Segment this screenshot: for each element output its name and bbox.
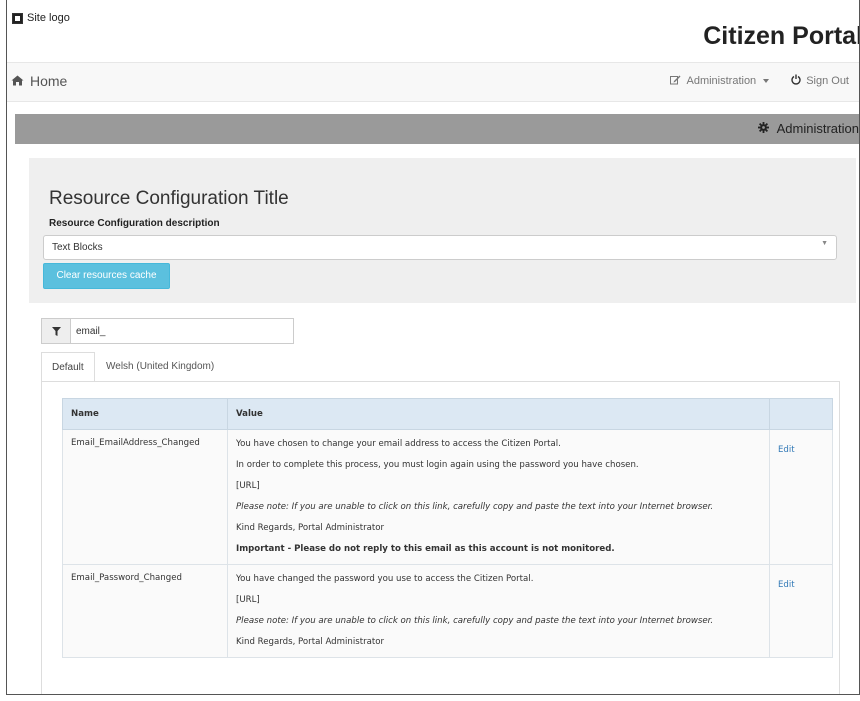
column-header-name[interactable]: Name — [62, 398, 228, 430]
table-row: Email_EmailAddress_Changed You have chos… — [62, 429, 833, 565]
row-actions: Edit — [769, 564, 833, 658]
value-line: [URL] — [236, 595, 260, 605]
edit-link[interactable]: Edit — [778, 580, 795, 590]
admin-section-bar: Administration — [15, 114, 859, 144]
nav-administration-label: Administration — [686, 75, 757, 87]
dropdown-arrow-icon: ▼ — [821, 240, 828, 247]
value-line: In order to complete this process, you m… — [236, 460, 639, 470]
table-row: Email_Password_Changed You have changed … — [62, 564, 833, 658]
value-line: Please note: If you are unable to click … — [236, 616, 714, 626]
page-frame: Site logo Citizen Portal Home Administra… — [6, 0, 860, 695]
column-header-actions — [769, 398, 833, 430]
filter-box — [41, 318, 294, 344]
resource-config-title: Resource Configuration Title — [49, 188, 289, 209]
tab-welsh[interactable]: Welsh (United Kingdom) — [96, 352, 224, 381]
nav-signout-link[interactable]: Sign Out — [791, 74, 849, 88]
filter-icon — [42, 319, 71, 343]
caret-down-icon — [763, 79, 770, 83]
admin-section-title: Administration — [757, 121, 859, 136]
value-line: Important - Please do not reply to this … — [236, 544, 615, 554]
row-value: You have changed the password you use to… — [227, 564, 770, 658]
site-header: Site logo Citizen Portal — [7, 0, 859, 62]
resource-config-description: Resource Configuration description — [49, 218, 220, 229]
row-actions: Edit — [769, 429, 833, 565]
nav-home-link[interactable]: Home — [11, 73, 67, 89]
value-line: You have changed the password you use to… — [236, 574, 534, 584]
nav-administration-dropdown[interactable]: Administration — [670, 74, 770, 88]
value-line: [URL] — [236, 481, 260, 491]
language-tabs: Default Welsh (United Kingdom) — [41, 352, 841, 383]
tab-content: Name Value Email_EmailAddress_Changed Yo… — [41, 381, 840, 694]
resources-table: Name Value Email_EmailAddress_Changed Yo… — [62, 398, 833, 658]
resource-type-value: Text Blocks — [52, 242, 103, 253]
filter-input[interactable] — [74, 322, 278, 340]
row-value: You have chosen to change your email add… — [227, 429, 770, 565]
tab-default[interactable]: Default — [41, 352, 95, 383]
value-line: Kind Regards, Portal Administrator — [236, 637, 385, 647]
clear-resources-cache-button[interactable]: Clear resources cache — [43, 263, 170, 289]
nav-home-label: Home — [30, 73, 68, 89]
nav-signout-label: Sign Out — [806, 75, 849, 87]
row-name: Email_EmailAddress_Changed — [62, 429, 228, 565]
edit-link[interactable]: Edit — [778, 445, 795, 455]
home-icon — [11, 73, 24, 89]
resource-config-panel: Resource Configuration Title Resource Co… — [29, 158, 856, 303]
gear-icon — [757, 121, 769, 136]
portal-title: Citizen Portal — [703, 22, 860, 50]
column-header-value[interactable]: Value — [227, 398, 770, 430]
site-logo[interactable]: Site logo — [12, 12, 70, 24]
broken-image-icon — [12, 12, 23, 24]
resource-type-select[interactable]: Text Blocks ▼ — [43, 235, 837, 260]
edit-icon — [670, 75, 681, 88]
admin-section-label: Administration — [776, 121, 859, 136]
site-logo-label: Site logo — [27, 12, 70, 24]
nav-right: Administration Sign Out — [670, 74, 849, 88]
power-icon — [791, 74, 801, 88]
navbar: Home Administration Sign Out — [7, 62, 859, 102]
value-line: Kind Regards, Portal Administrator — [236, 523, 385, 533]
value-line: Please note: If you are unable to click … — [236, 502, 714, 512]
table-header-row: Name Value — [62, 398, 833, 430]
value-line: You have chosen to change your email add… — [236, 439, 561, 449]
row-name: Email_Password_Changed — [62, 564, 228, 658]
